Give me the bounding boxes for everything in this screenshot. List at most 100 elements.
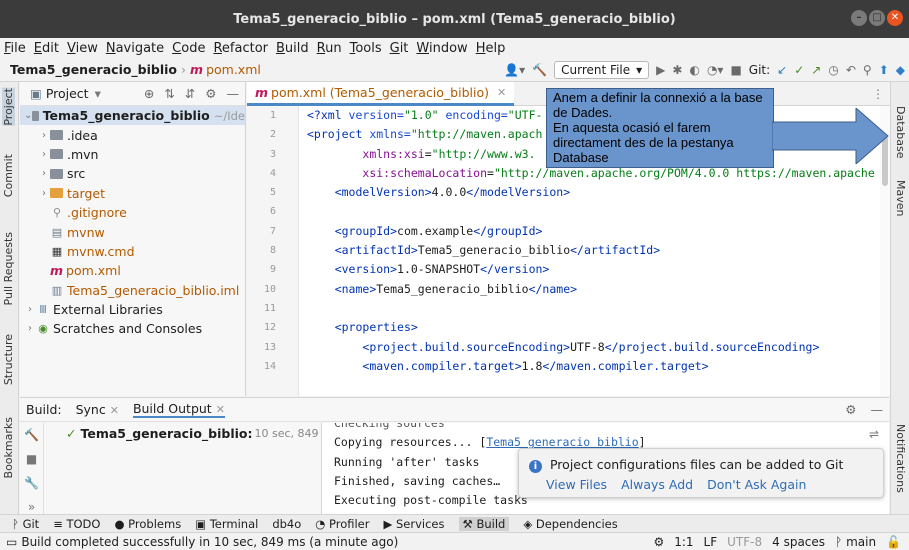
settings-icon[interactable]: ⚙ xyxy=(653,535,664,549)
collapse-all-icon[interactable]: ⇵ xyxy=(185,86,195,101)
tab-pull-requests[interactable]: Pull Requests xyxy=(2,232,15,305)
menu-code[interactable]: Code xyxy=(172,41,205,56)
close-icon[interactable]: ✕ xyxy=(216,403,225,416)
file-encoding[interactable]: UTF-8 xyxy=(727,535,762,549)
tab-profiler[interactable]: ◔ Profiler xyxy=(315,517,369,531)
rebuild-icon[interactable]: 🔨 xyxy=(20,423,43,447)
tab-project[interactable]: Project xyxy=(2,88,15,126)
status-message[interactable]: Build completed successfully in 10 sec, … xyxy=(21,535,398,549)
tab-notifications[interactable]: Notifications xyxy=(894,424,907,493)
menu-view[interactable]: View xyxy=(67,41,98,56)
menu-tools[interactable]: Tools xyxy=(350,41,382,56)
chevron-right-icon[interactable]: › xyxy=(24,304,36,315)
profile-icon[interactable]: ◔▾ xyxy=(707,63,724,77)
tab-maven[interactable]: Maven xyxy=(894,180,907,216)
lock-icon[interactable]: 🔓 xyxy=(886,535,901,549)
chevron-right-icon[interactable]: › xyxy=(24,323,36,334)
tree-item-root[interactable]: ⌄ Tema5_generacio_biblio ~/Ide xyxy=(20,106,245,126)
git-update-icon[interactable]: ↙ xyxy=(777,63,787,77)
chevron-down-icon[interactable]: ⌄ xyxy=(24,110,32,121)
update-icon[interactable]: ⬆ xyxy=(879,63,889,77)
close-icon[interactable]: ✕ xyxy=(497,86,506,99)
menu-refactor[interactable]: Refactor xyxy=(213,41,268,56)
tab-pom-xml[interactable]: m pom.xml (Tema5_generacio_biblio) ✕ xyxy=(247,81,515,106)
always-add-link[interactable]: Always Add xyxy=(621,477,693,492)
menu-help[interactable]: Help xyxy=(476,41,506,56)
maximize-button[interactable]: □ xyxy=(869,10,885,26)
tree-item-scratches[interactable]: › ◉ Scratches and Consoles xyxy=(20,319,245,338)
chevron-down-icon[interactable]: ▾ xyxy=(95,86,101,101)
menu-build[interactable]: Build xyxy=(276,41,309,56)
tab-git[interactable]: ᚹ Git xyxy=(12,517,39,531)
debug-icon[interactable]: ✱ xyxy=(672,63,682,77)
menu-window[interactable]: Window xyxy=(416,41,467,56)
menu-file[interactable]: File xyxy=(4,41,26,56)
tab-dependencies[interactable]: ◈ Dependencies xyxy=(523,517,617,531)
menu-git[interactable]: Git xyxy=(390,41,409,56)
tab-terminal[interactable]: ▣ Terminal xyxy=(195,517,258,531)
gear-icon[interactable]: ⚙ xyxy=(845,402,856,417)
history-icon[interactable]: ◷ xyxy=(828,63,838,77)
build-tree-item[interactable]: ✓ Tema5_generacio_biblio: 10 sec, 849 ms xyxy=(44,426,339,441)
menu-edit[interactable]: Edit xyxy=(34,41,59,56)
wrench-icon[interactable]: 🔧 xyxy=(20,471,43,495)
tab-db4o[interactable]: db4o xyxy=(272,517,301,531)
minimize-button[interactable]: – xyxy=(851,10,867,26)
breadcrumb-file[interactable]: pom.xml xyxy=(206,62,261,77)
hammer-icon[interactable]: 🔨 xyxy=(532,63,547,77)
cursor-position[interactable]: 1:1 xyxy=(674,535,693,549)
hide-icon[interactable]: — xyxy=(227,86,240,101)
tab-todo[interactable]: ≡ TODO xyxy=(53,517,100,531)
tree-item-idea[interactable]: › .idea xyxy=(20,125,245,144)
close-button[interactable]: ✕ xyxy=(887,10,903,26)
tree-item-mvn[interactable]: › .mvn xyxy=(20,145,245,164)
run-icon[interactable]: ▶ xyxy=(656,63,665,77)
chevron-right-icon[interactable]: › xyxy=(38,188,50,199)
project-panel-title[interactable]: Project xyxy=(46,86,89,101)
tab-sync[interactable]: Sync ✕ xyxy=(76,402,119,417)
tree-item-mvnw[interactable]: ▤ mvnw xyxy=(20,222,245,241)
chevron-right-icon[interactable]: › xyxy=(38,168,50,179)
tab-services[interactable]: ▶ Services xyxy=(383,517,444,531)
git-commit-icon[interactable]: ✓ xyxy=(794,63,804,77)
git-branch[interactable]: ᚹ main xyxy=(835,535,876,549)
soft-wrap-icon[interactable]: ⇌ xyxy=(869,427,885,441)
tab-commit[interactable]: Commit xyxy=(2,154,15,197)
tab-bookmarks[interactable]: Bookmarks xyxy=(2,417,15,478)
tree-item-pom[interactable]: m pom.xml xyxy=(20,261,245,280)
dont-ask-again-link[interactable]: Don't Ask Again xyxy=(707,477,806,492)
tree-item-gitignore[interactable]: ⚲ .gitignore xyxy=(20,203,245,222)
search-icon[interactable]: ⚲ xyxy=(863,63,872,77)
tree-item-src[interactable]: › src xyxy=(20,164,245,183)
expand-all-icon[interactable]: ⇅ xyxy=(164,86,174,101)
rollback-icon[interactable]: ↶ xyxy=(846,63,856,77)
menu-navigate[interactable]: Navigate xyxy=(106,41,164,56)
chevron-right-icon[interactable]: › xyxy=(38,149,50,160)
tree-item-iml[interactable]: ▥ Tema5_generacio_biblio.iml xyxy=(20,281,245,300)
tree-item-mvnw-cmd[interactable]: ▦ mvnw.cmd xyxy=(20,242,245,261)
jetbrains-logo-icon[interactable]: ◆ xyxy=(896,63,905,77)
git-push-icon[interactable]: ↗ xyxy=(811,63,821,77)
tab-database[interactable]: Database xyxy=(894,106,907,159)
user-icon[interactable]: 👤▾ xyxy=(504,63,525,77)
locate-icon[interactable]: ⊕ xyxy=(144,86,154,101)
line-separator[interactable]: LF xyxy=(704,535,718,549)
hide-icon[interactable]: — xyxy=(871,402,884,417)
menu-run[interactable]: Run xyxy=(317,41,342,56)
breadcrumb-project[interactable]: Tema5_generacio_biblio xyxy=(10,62,177,77)
tree-item-external-libraries[interactable]: › Ⅲ External Libraries xyxy=(20,300,245,319)
tree-item-target[interactable]: › target xyxy=(20,184,245,203)
more-icon[interactable]: ⋮ xyxy=(872,87,884,101)
tab-build-output[interactable]: Build Output ✕ xyxy=(132,401,225,418)
stop-icon[interactable]: ■ xyxy=(20,447,43,471)
chevron-right-icon[interactable]: › xyxy=(38,130,50,141)
close-icon[interactable]: ✕ xyxy=(110,404,119,417)
tab-structure[interactable]: Structure xyxy=(2,334,15,385)
tab-problems[interactable]: ● Problems xyxy=(114,517,181,531)
coverage-icon[interactable]: ◐ xyxy=(689,63,699,77)
gear-icon[interactable]: ⚙ xyxy=(205,86,216,101)
tab-build[interactable]: ⚒ Build xyxy=(458,516,510,531)
view-files-link[interactable]: View Files xyxy=(546,477,607,492)
indent-setting[interactable]: 4 spaces xyxy=(772,535,825,549)
run-configuration-select[interactable]: Current File ▾ xyxy=(554,61,650,79)
